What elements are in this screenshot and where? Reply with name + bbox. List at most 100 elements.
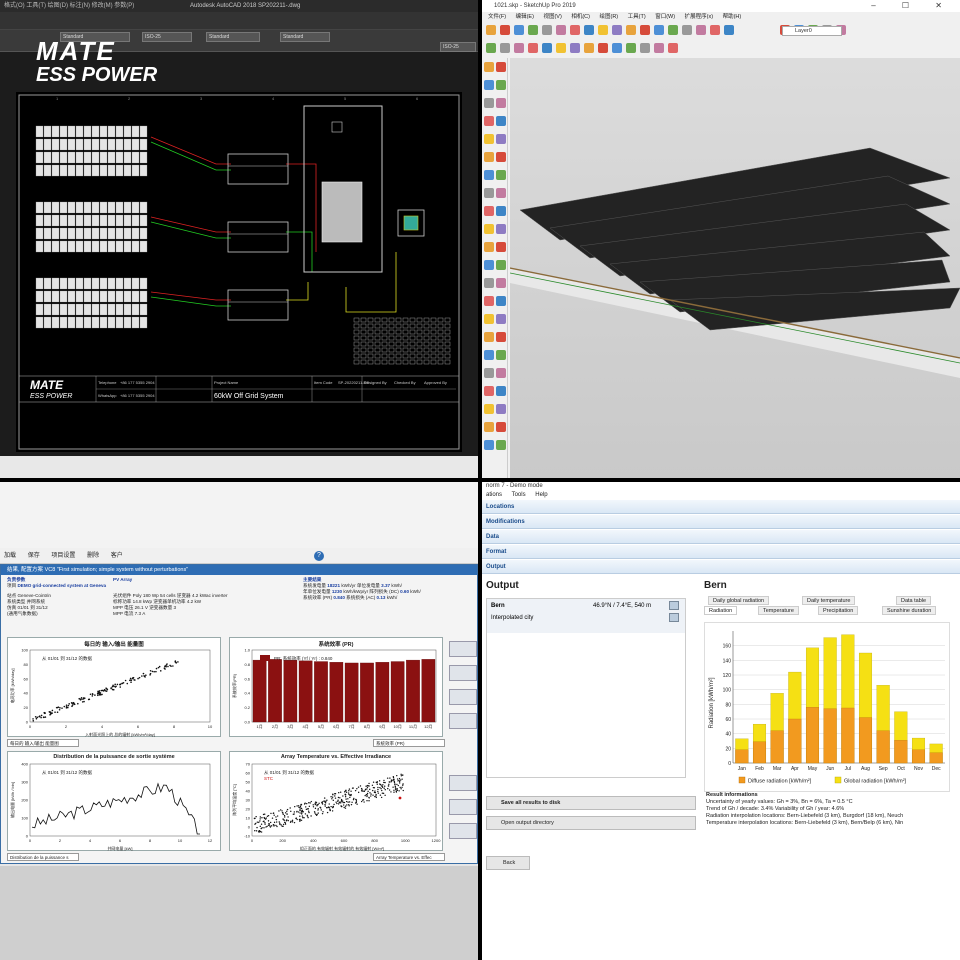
palette-tool-icon[interactable]	[484, 314, 494, 324]
palette-tool-icon[interactable]	[484, 116, 494, 126]
palette-tool-icon[interactable]	[484, 404, 494, 414]
autocad-menu[interactable]: 格式(O) 工具(T) 绘图(D) 标注(N) 修改(M) 参数(P)	[4, 0, 134, 12]
palette-tool-icon[interactable]	[496, 422, 506, 432]
palette-tool-icon[interactable]	[484, 440, 494, 450]
toolbar-tool-icon[interactable]	[514, 25, 524, 35]
section-modifications[interactable]: Modifications	[482, 515, 960, 529]
load-button[interactable]: 加载	[4, 553, 16, 559]
toolbar-tool-icon[interactable]	[640, 43, 650, 53]
side-button-6[interactable]	[449, 799, 477, 815]
palette-tool-icon[interactable]	[496, 368, 506, 378]
palette-tool-icon[interactable]	[484, 170, 494, 180]
palette-tool-icon[interactable]	[484, 98, 494, 108]
tab-temperature[interactable]: Temperature	[758, 606, 799, 615]
back-button[interactable]: Back	[486, 856, 530, 870]
palette-tool-icon[interactable]	[496, 332, 506, 342]
cad-drawing-canvas[interactable]: 123456 MATE ESS POWER Telephone +86 177 …	[16, 92, 462, 452]
palette-tool-icon[interactable]	[496, 242, 506, 252]
delete-button[interactable]: 删除	[87, 553, 99, 559]
help-icon[interactable]: ?	[314, 551, 324, 561]
palette-tool-icon[interactable]	[496, 260, 506, 270]
palette-tool-icon[interactable]	[484, 386, 494, 396]
toolbar-tool-icon[interactable]	[570, 43, 580, 53]
edit-icon[interactable]	[669, 601, 679, 610]
mleader-style-dropdown[interactable]: Standard	[280, 32, 330, 42]
palette-tool-icon[interactable]	[496, 296, 506, 306]
menu-help[interactable]: Help	[535, 492, 547, 498]
menu-view[interactable]: 视图(V)	[543, 14, 561, 20]
tab-data-table[interactable]: Data table	[896, 596, 932, 605]
palette-tool-icon[interactable]	[496, 404, 506, 414]
info-icon[interactable]	[669, 613, 679, 622]
side-button-2[interactable]	[449, 665, 477, 681]
tab-radiation[interactable]: Radiation	[704, 606, 738, 615]
side-button-3[interactable]	[449, 689, 477, 705]
toolbar-tool-icon[interactable]	[570, 25, 580, 35]
palette-tool-icon[interactable]	[496, 350, 506, 360]
tab-sunshine-duration[interactable]: Sunshine duration	[882, 606, 937, 615]
section-output[interactable]: Output	[482, 560, 960, 574]
toolbar-tool-icon[interactable]	[486, 25, 496, 35]
toolbar-tool-icon[interactable]	[528, 25, 538, 35]
palette-tool-icon[interactable]	[496, 440, 506, 450]
save-all-button[interactable]: Save all results to disk	[486, 796, 696, 810]
toolbar-tool-icon[interactable]	[640, 25, 650, 35]
window-controls[interactable]: – ☐ ✕	[871, 0, 954, 12]
palette-tool-icon[interactable]	[484, 224, 494, 234]
menu-extensions[interactable]: 扩展程序(x)	[685, 14, 713, 20]
toolbar-tool-icon[interactable]	[584, 43, 594, 53]
palette-tool-icon[interactable]	[496, 62, 506, 72]
toolbar-tool-icon[interactable]	[612, 25, 622, 35]
section-locations[interactable]: Locations	[482, 500, 960, 514]
palette-tool-icon[interactable]	[496, 386, 506, 396]
toolbar-tool-icon[interactable]	[500, 25, 510, 35]
toolbar-tool-icon[interactable]	[486, 43, 496, 53]
palette-tool-icon[interactable]	[496, 134, 506, 144]
toolbar-tool-icon[interactable]	[654, 43, 664, 53]
layer-dropdown[interactable]: Layer0	[782, 26, 842, 36]
side-button-4[interactable]	[449, 713, 477, 729]
toolbar-tool-icon[interactable]	[682, 25, 692, 35]
menu-tools[interactable]: Tools	[512, 492, 526, 498]
palette-tool-icon[interactable]	[484, 206, 494, 216]
palette-tool-icon[interactable]	[484, 188, 494, 198]
toolbar-tool-icon[interactable]	[626, 25, 636, 35]
toolbar-tool-icon[interactable]	[542, 43, 552, 53]
toolbar-tool-icon[interactable]	[668, 25, 678, 35]
chart3-select[interactable]: Distribution de la puissance s	[7, 853, 79, 861]
palette-tool-icon[interactable]	[484, 80, 494, 90]
menu-draw[interactable]: 绘图(R)	[599, 14, 618, 20]
palette-tool-icon[interactable]	[496, 98, 506, 108]
menu-tools[interactable]: 工具(T)	[628, 14, 646, 20]
toolbar-tool-icon[interactable]	[668, 43, 678, 53]
save-button[interactable]: 保存	[28, 553, 40, 559]
toolbar-tool-icon[interactable]	[710, 25, 720, 35]
tab-precipitation[interactable]: Precipitation	[818, 606, 859, 615]
palette-tool-icon[interactable]	[496, 278, 506, 288]
toolbar-tool-icon[interactable]	[598, 43, 608, 53]
palette-tool-icon[interactable]	[496, 80, 506, 90]
palette-tool-icon[interactable]	[496, 188, 506, 198]
palette-tool-icon[interactable]	[496, 314, 506, 324]
project-settings-button[interactable]: 项目设置	[51, 553, 75, 559]
side-button-7[interactable]	[449, 823, 477, 839]
palette-tool-icon[interactable]	[484, 242, 494, 252]
palette-tool-icon[interactable]	[484, 152, 494, 162]
chart2-select[interactable]: 系统效率 (PR)	[373, 739, 445, 747]
menu-camera[interactable]: 相机(C)	[571, 14, 590, 20]
tab-daily-temperature[interactable]: Daily temperature	[802, 596, 856, 605]
palette-tool-icon[interactable]	[496, 116, 506, 126]
toolbar-tool-icon[interactable]	[556, 43, 566, 53]
palette-tool-icon[interactable]	[484, 422, 494, 432]
toolbar-tool-icon[interactable]	[500, 43, 510, 53]
sketchup-viewport[interactable]	[510, 58, 960, 478]
menu-edit[interactable]: 编辑(E)	[516, 14, 534, 20]
toolbar-tool-icon[interactable]	[724, 25, 734, 35]
palette-tool-icon[interactable]	[484, 350, 494, 360]
chart4-select[interactable]: Array Temperature vs. Effec	[373, 853, 445, 861]
toolbar-tool-icon[interactable]	[514, 43, 524, 53]
palette-tool-icon[interactable]	[484, 260, 494, 270]
side-button-5[interactable]	[449, 775, 477, 791]
toolbar-tool-icon[interactable]	[542, 25, 552, 35]
toolbar-tool-icon[interactable]	[584, 25, 594, 35]
